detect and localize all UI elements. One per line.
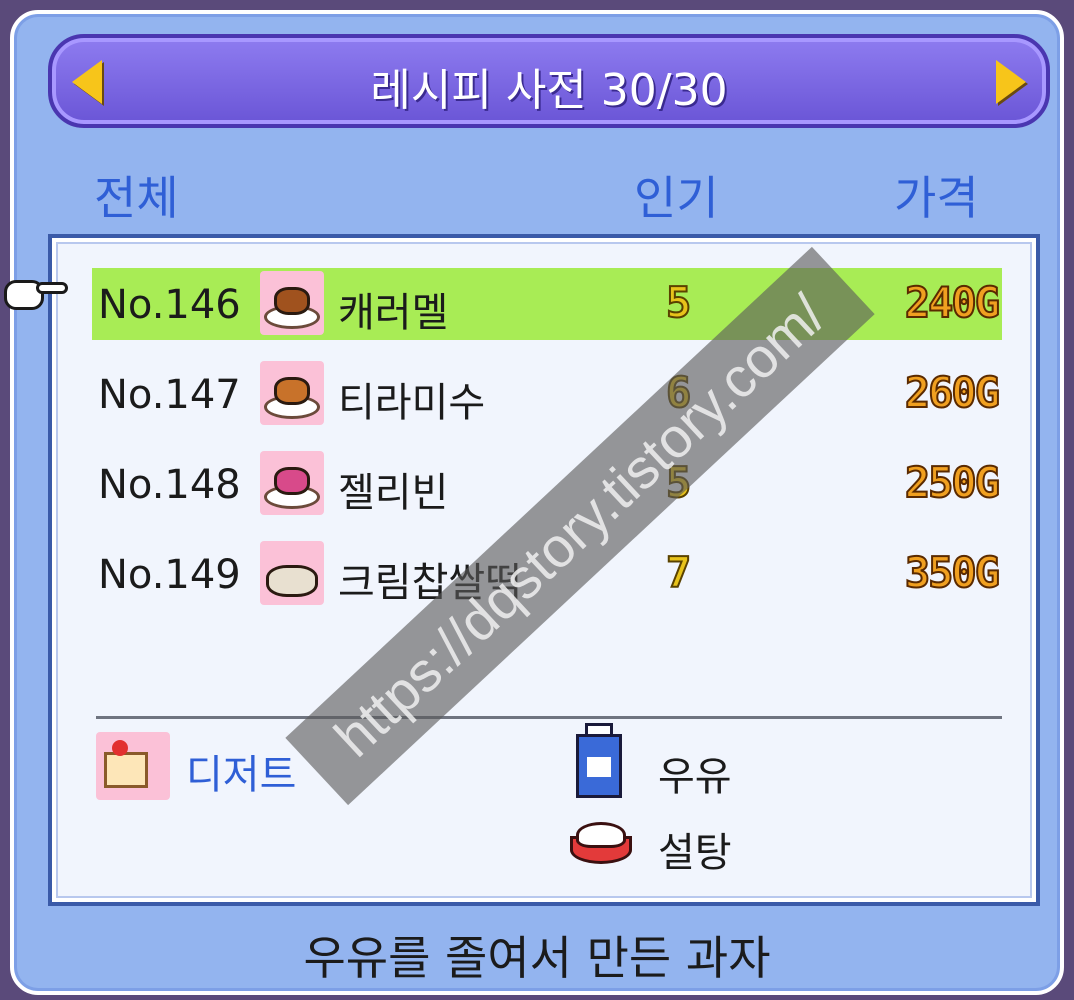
recipe-price: 240G (904, 277, 1001, 328)
recipe-number: No.147 (98, 372, 241, 418)
recipe-description: 우유를 졸여서 만든 과자 (303, 931, 771, 985)
recipe-popularity: 7 (665, 547, 692, 598)
recipe-name: 캐러멜 (338, 290, 449, 336)
divider (96, 716, 1002, 719)
dessert-category-icon (96, 732, 170, 800)
tab-popularity[interactable]: 인기 (634, 162, 719, 228)
tab-all[interactable]: 전체 (94, 162, 179, 228)
category-label: 디저트 (186, 752, 297, 798)
cream-rice-cake-icon (260, 541, 324, 605)
game-screen: 레시피 사전 30/30 전체 인기 가격 No.146 캐러멜 5 240G … (0, 0, 1074, 1000)
recipe-price: 250G (904, 457, 1001, 508)
recipe-number: No.149 (98, 552, 241, 598)
jellybean-icon (260, 451, 324, 515)
pointing-hand-cursor-icon (0, 272, 70, 316)
recipe-name: 티라미수 (338, 380, 486, 426)
caramel-icon (260, 271, 324, 335)
title-bar: 레시피 사전 30/30 (48, 34, 1050, 128)
recipe-row-147[interactable]: No.147 티라미수 6 260G (92, 358, 1002, 430)
tab-price[interactable]: 가격 (894, 162, 979, 228)
milk-carton-icon (576, 723, 622, 798)
recipe-popularity: 5 (665, 277, 692, 328)
ingredient-milk: 우유 (658, 754, 732, 800)
recipe-price: 260G (904, 367, 1001, 418)
ingredient-sugar: 설탕 (658, 830, 732, 876)
next-page-arrow-icon[interactable] (996, 60, 1026, 104)
tiramisu-icon (260, 361, 324, 425)
recipe-number: No.148 (98, 462, 241, 508)
recipe-number: No.146 (98, 282, 241, 328)
window-title: 레시피 사전 30/30 (370, 65, 728, 116)
sugar-bowl-icon (570, 820, 632, 864)
recipe-price: 350G (904, 547, 1001, 598)
recipe-name: 젤리빈 (338, 470, 449, 516)
